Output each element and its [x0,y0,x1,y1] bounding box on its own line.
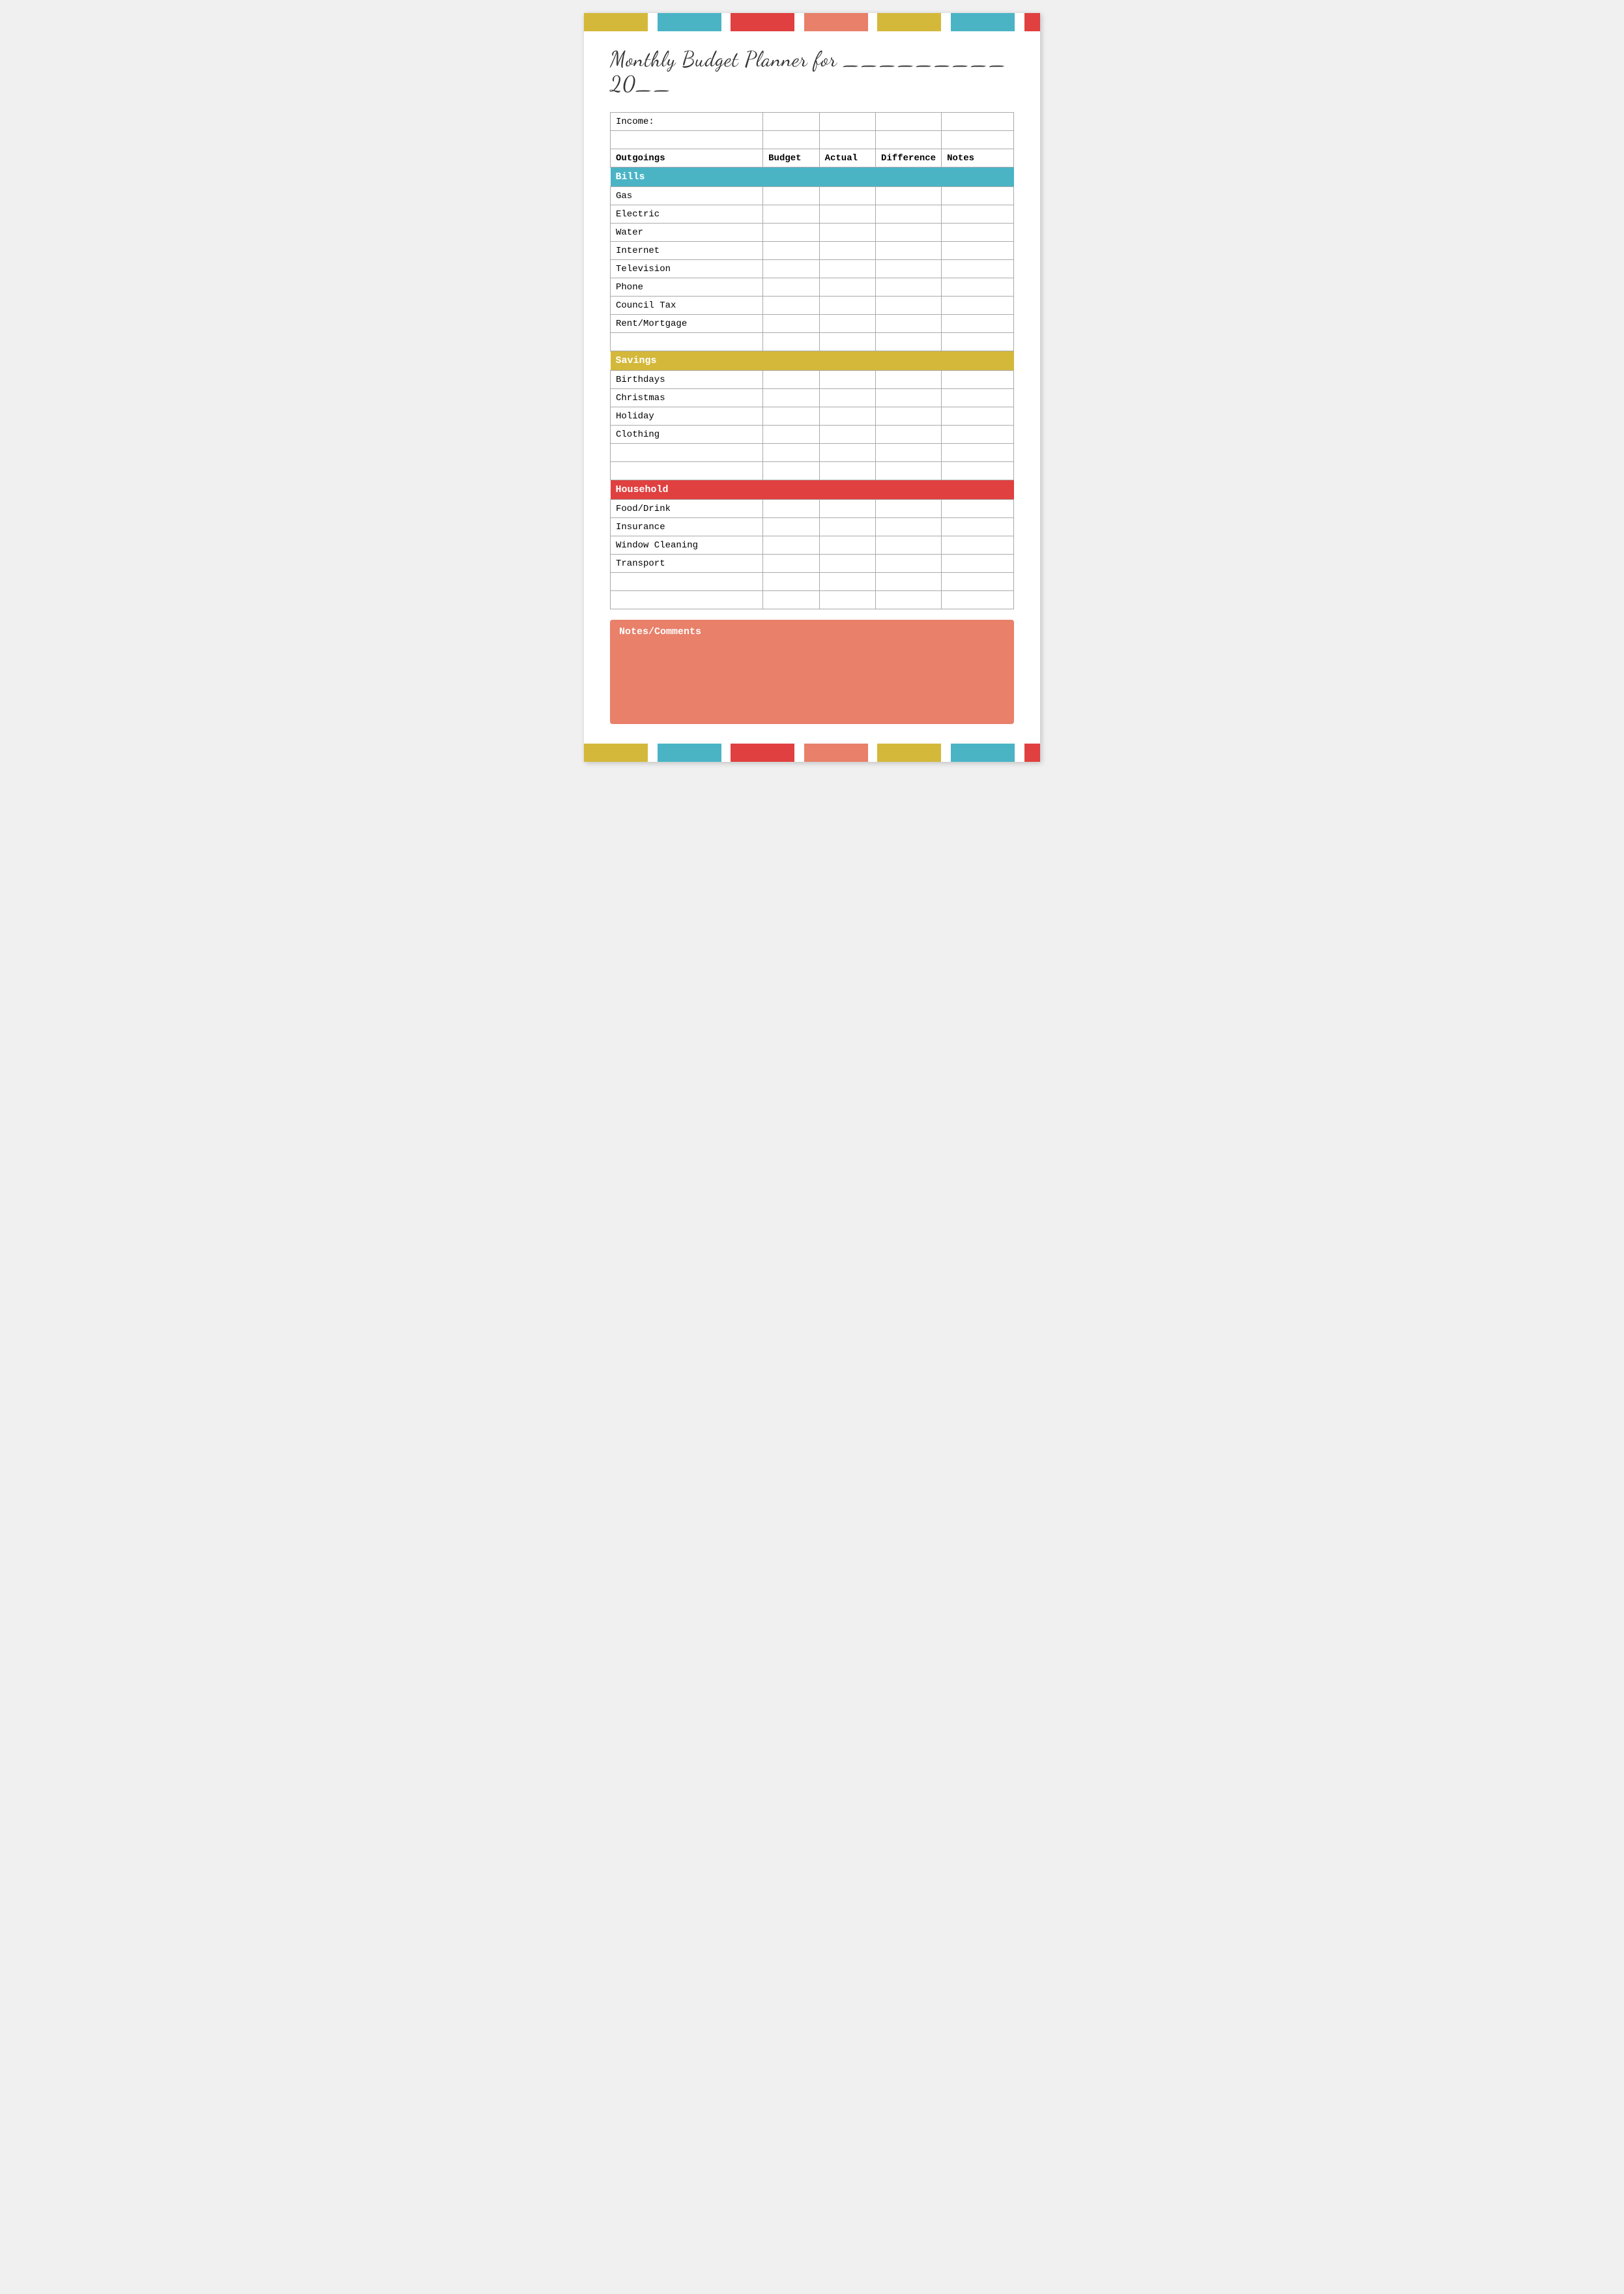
top-bar-red-2 [1024,13,1040,31]
page: Monthly Budget Planner for _________ 20_… [584,13,1040,762]
item-transport: Transport [611,555,763,573]
income-actual [819,113,875,131]
category-household-label: Household [611,480,1014,500]
top-bar-gap-4 [868,13,878,31]
income-label: Income: [611,113,763,131]
bottom-bar-gap-2 [721,744,731,762]
table-row: Food/Drink [611,500,1014,518]
top-bar-salmon-1 [804,13,868,31]
top-bar-teal-1 [658,13,721,31]
item-phone: Phone [611,278,763,297]
table-row: Rent/Mortgage [611,315,1014,333]
table-row: Phone [611,278,1014,297]
top-bar-yellow-1 [584,13,648,31]
item-insurance: Insurance [611,518,763,536]
bottom-bar-yellow-1 [584,744,648,762]
bottom-bar-yellow-2 [877,744,941,762]
bottom-bar-gap-3 [794,744,804,762]
category-bills: Bills [611,167,1014,187]
category-bills-label: Bills [611,167,1014,187]
income-notes [942,113,1014,131]
bottom-bar-red-2 [1024,744,1040,762]
table-row: Gas [611,187,1014,205]
table-row: Window Cleaning [611,536,1014,555]
item-clothing: Clothing [611,426,763,444]
bottom-bar-red-1 [731,744,794,762]
item-internet: Internet [611,242,763,260]
income-diff [876,113,942,131]
header-difference: Difference [876,149,942,167]
top-bar-gap-2 [721,13,731,31]
spacer-row-1 [611,131,1014,149]
table-row: Council Tax [611,297,1014,315]
header-actual: Actual [819,149,875,167]
bottom-bar-teal-1 [658,744,721,762]
item-christmas: Christmas [611,389,763,407]
notes-title: Notes/Comments [619,626,1005,637]
spacer-row-2 [611,333,1014,351]
item-birthdays: Birthdays [611,371,763,389]
item-television: Television [611,260,763,278]
bottom-color-bar [584,744,1040,762]
category-household: Household [611,480,1014,500]
item-electric: Electric [611,205,763,224]
table-row: Water [611,224,1014,242]
income-row: Income: [611,113,1014,131]
item-food-drink: Food/Drink [611,500,763,518]
bottom-bar-gap-5 [941,744,951,762]
budget-table: Income: Outgoings Budget Actual Differen… [610,112,1014,609]
item-gas-budget [763,187,819,205]
spacer-row-4 [611,462,1014,480]
table-row: Holiday [611,407,1014,426]
item-gas-notes [942,187,1014,205]
item-holiday: Holiday [611,407,763,426]
category-savings-label: Savings [611,351,1014,371]
item-window-cleaning: Window Cleaning [611,536,763,555]
column-headers: Outgoings Budget Actual Difference Notes [611,149,1014,167]
top-bar-gap-3 [794,13,804,31]
bottom-bar-gap-4 [868,744,878,762]
bottom-bar-gap-1 [648,744,658,762]
table-row: Transport [611,555,1014,573]
table-row: Insurance [611,518,1014,536]
header-budget: Budget [763,149,819,167]
table-row: Television [611,260,1014,278]
item-council-tax: Council Tax [611,297,763,315]
item-gas-actual [819,187,875,205]
top-bar-red-1 [731,13,794,31]
header-outgoings: Outgoings [611,149,763,167]
spacer-row-6 [611,591,1014,609]
top-bar-gap-1 [648,13,658,31]
page-title: Monthly Budget Planner for _________ 20_… [610,47,1014,96]
table-row: Clothing [611,426,1014,444]
top-bar-gap-5 [941,13,951,31]
main-content: Monthly Budget Planner for _________ 20_… [584,31,1040,731]
item-water: Water [611,224,763,242]
bottom-bar-teal-2 [951,744,1015,762]
table-row: Christmas [611,389,1014,407]
header-notes: Notes [942,149,1014,167]
top-color-bar [584,13,1040,31]
spacer-row-5 [611,573,1014,591]
bottom-bar-gap-6 [1015,744,1024,762]
item-gas-diff [876,187,942,205]
income-budget [763,113,819,131]
notes-section: Notes/Comments [610,620,1014,724]
table-row: Electric [611,205,1014,224]
top-bar-yellow-2 [877,13,941,31]
top-bar-gap-6 [1015,13,1024,31]
table-row: Internet [611,242,1014,260]
bottom-bar-salmon-1 [804,744,868,762]
spacer-row-3 [611,444,1014,462]
top-bar-teal-2 [951,13,1015,31]
item-rent-mortgage: Rent/Mortgage [611,315,763,333]
table-row: Birthdays [611,371,1014,389]
category-savings: Savings [611,351,1014,371]
item-gas: Gas [611,187,763,205]
